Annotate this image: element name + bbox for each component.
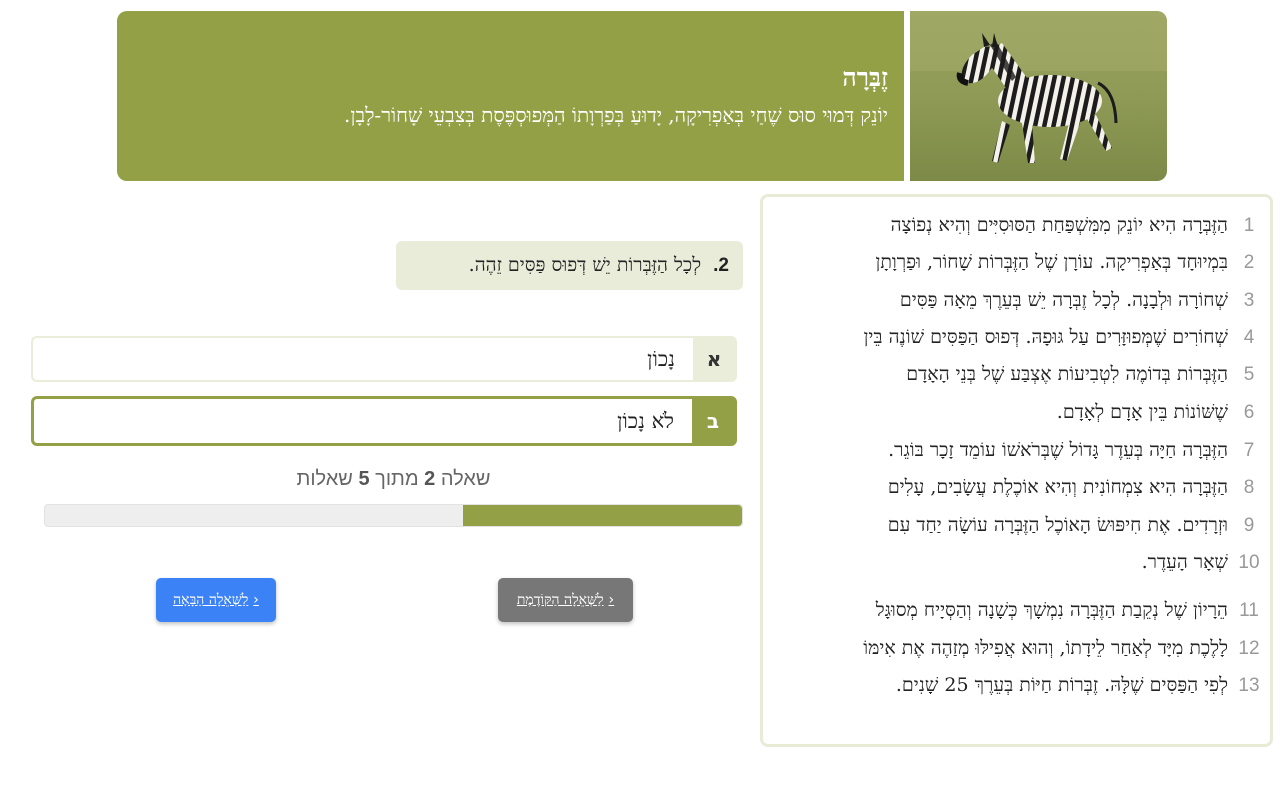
answer-letter-a: א xyxy=(693,338,735,380)
passage-line: 7 הַזֶּבְּרָה חַיָּה בְּעֵדֶר גָּדוֹל שֶׁ… xyxy=(888,432,1270,469)
line-text: הַזֶּבְּרָה הִיא צִמְחוֹנִית וְהִיא אוֹכ… xyxy=(887,476,1228,498)
passage-line: 3 שְׁחוֹרָה וּלְבָנָה. לְכָל זֶבְּרָה יֵש… xyxy=(900,282,1270,319)
line-number: 2 xyxy=(1243,252,1255,273)
answer-option-a[interactable]: א נָכוֹן xyxy=(31,336,737,382)
line-number: 6 xyxy=(1243,402,1255,423)
progress-middle: מתוך xyxy=(375,468,419,490)
line-text: לָלֶכֶת מִיָּד לְאַחַר לֵידָתוֹ, וְהוּא … xyxy=(863,637,1228,659)
line-text: הֵרָיוֹן שֶׁל נְקֵבַת הַזֶּבְּרָה נִמְשָ… xyxy=(875,599,1228,621)
previous-question-button[interactable]: ‹ לַשְּׁאֵלָה הַקּוֹדֶמֶת xyxy=(498,578,633,622)
answer-text-a: נָכוֹן xyxy=(647,346,675,371)
line-text: וּזְרָדִים. אֶת חִיפּוּשׂ הָאוֹכֶל הַזֶּ… xyxy=(887,514,1228,536)
next-question-button[interactable]: ‹ לַשְּׁאֵלָה הַבָּאָה xyxy=(156,578,276,622)
page-subtitle: יוֹנֵק דְּמוּי סוּס שֶׁחַי בְּאַפְרִיקָה… xyxy=(343,103,888,127)
zebra-image xyxy=(910,11,1167,181)
line-number: 5 xyxy=(1243,364,1255,385)
progress-label: שאלה 2 מתוך 5 שאלות xyxy=(44,468,743,491)
line-number: 9 xyxy=(1243,515,1255,536)
chevron-left-icon: ‹ xyxy=(608,592,615,608)
passage-line: 8 הַזֶּבְּרָה הִיא צִמְחוֹנִית וְהִיא אוֹ… xyxy=(888,469,1270,506)
progress-suffix: שאלות xyxy=(296,468,353,490)
progress-bar-fill xyxy=(463,505,742,526)
question-number: 2. xyxy=(713,255,729,276)
passage-line: 11 הֵרָיוֹן שֶׁל נְקֵבַת הַזֶּבְּרָה נִמְ… xyxy=(876,592,1270,629)
line-text: הַזֶּבְּרָה חַיָּה בְּעֵדֶר גָּדוֹל שֶׁב… xyxy=(888,439,1228,461)
passage-line: 12 לָלֶכֶת מִיָּד לְאַחַר לֵידָתוֹ, וְהוּ… xyxy=(863,630,1270,667)
previous-question-label: לַשְּׁאֵלָה הַקּוֹדֶמֶת xyxy=(516,591,604,608)
passage-line: 1 הַזֶּבְּרָה הִיא יוֹנֵק מִמִּשְׁפַּחַת … xyxy=(891,207,1270,244)
answer-option-b[interactable]: ב לֹא נָכוֹן xyxy=(31,396,737,446)
line-text: הַזֶּבְּרוֹת בְּדוֹמֶה לִטְבִיעוֹת אֶצְב… xyxy=(906,363,1228,385)
passage-line: 4 שְׁחוֹרִים שֶׁמְּפוּזָּרִים עַל גּוּפָה… xyxy=(864,319,1270,356)
line-number: 4 xyxy=(1243,327,1255,348)
reading-passage: 1 הַזֶּבְּרָה הִיא יוֹנֵק מִמִּשְׁפַּחַת … xyxy=(760,194,1273,747)
answer-letter-b: ב xyxy=(692,399,734,443)
line-text: לְפִי הַפַּסִּים שֶׁלָּהּ. זֶבְּרוֹת חַי… xyxy=(895,674,1228,696)
line-text: בִּמְיוּחָד בְּאַפְרִיקָה. עוֹרָן שֶׁל ה… xyxy=(875,251,1228,273)
passage-line: 9 וּזְרָדִים. אֶת חִיפּוּשׂ הָאוֹכֶל הַזֶ… xyxy=(888,507,1270,544)
line-text: שֶׁשּׁוֹנוֹת בֵּין אָדָם לְאָדָם. xyxy=(1056,401,1228,423)
line-number: 1 xyxy=(1243,215,1255,236)
zebra-illustration xyxy=(910,11,1167,181)
line-number: 12 xyxy=(1238,638,1260,659)
passage-line: 10 שְׁאָר הָעֵדֶר. xyxy=(1142,544,1270,581)
answer-text-b: לֹא נָכוֹן xyxy=(617,408,674,433)
passage-line: 13 לְפִי הַפַּסִּים שֶׁלָּהּ. זֶבְּרוֹת ח… xyxy=(896,667,1270,704)
progress-bar xyxy=(44,504,743,527)
line-text: שְׁחוֹרָה וּלְבָנָה. לְכָל זֶבְּרָה יֵשׁ… xyxy=(899,289,1228,311)
line-number: 13 xyxy=(1238,675,1260,696)
progress-current: 2 xyxy=(424,468,436,490)
line-text: שְׁאָר הָעֵדֶר. xyxy=(1141,551,1228,573)
line-number: 10 xyxy=(1238,552,1260,573)
passage-line: 6 שֶׁשּׁוֹנוֹת בֵּין אָדָם לְאָדָם. xyxy=(1057,394,1270,431)
question-statement: 2. לְכָל הַזֶּבְּרוֹת יֵשׁ דְּפוּס פַּסִ… xyxy=(396,241,743,290)
line-number: 3 xyxy=(1243,290,1255,311)
progress-total: 5 xyxy=(358,468,370,490)
page-title: זֶבְּרָה xyxy=(842,63,888,92)
line-number: 11 xyxy=(1239,600,1259,621)
chevron-left-icon: ‹ xyxy=(253,592,259,608)
line-text: הַזֶּבְּרָה הִיא יוֹנֵק מִמִּשְׁפַּחַת ה… xyxy=(890,214,1228,236)
progress-prefix: שאלה xyxy=(440,468,491,490)
passage-line: 5 הַזֶּבְּרוֹת בְּדוֹמֶה לִטְבִיעוֹת אֶצְ… xyxy=(906,356,1270,393)
passage-line: 2 בִּמְיוּחָד בְּאַפְרִיקָה. עוֹרָן שֶׁל … xyxy=(875,244,1270,281)
next-question-label: לַשְּׁאֵלָה הַבָּאָה xyxy=(173,591,249,608)
line-number: 7 xyxy=(1243,440,1255,461)
question-text: לְכָל הַזֶּבְּרוֹת יֵשׁ דְּפוּס פַּסִּים… xyxy=(468,254,702,276)
header-banner: זֶבְּרָה יוֹנֵק דְּמוּי סוּס שֶׁחַי בְּא… xyxy=(117,11,904,181)
line-text: שְׁחוֹרִים שֶׁמְּפוּזָּרִים עַל גּוּפָהּ… xyxy=(863,326,1228,348)
line-number: 8 xyxy=(1243,477,1255,498)
